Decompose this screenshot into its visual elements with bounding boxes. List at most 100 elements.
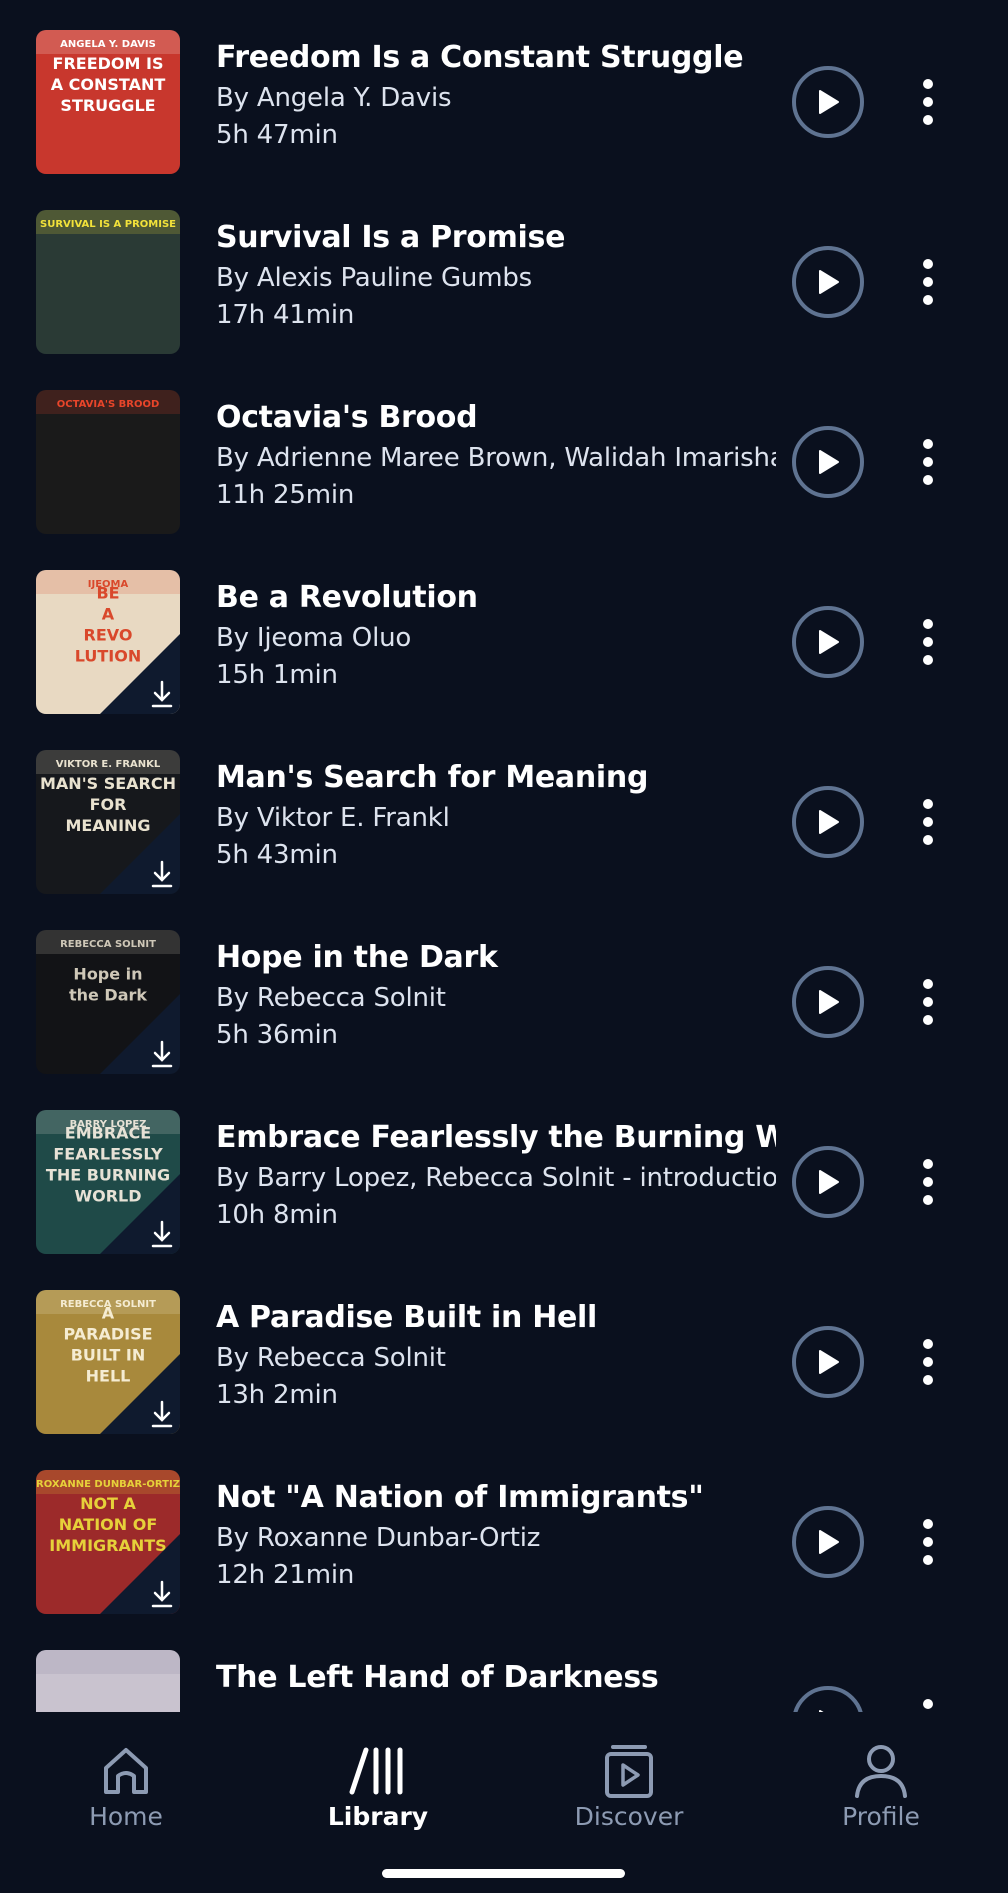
play-button[interactable] <box>792 786 864 858</box>
book-title[interactable]: Hope in the Dark <box>216 940 776 975</box>
home-indicator[interactable] <box>382 1869 625 1878</box>
more-options-button[interactable] <box>910 616 946 668</box>
book-row[interactable]: REBECCA SOLNIT A PARADISE BUILT IN HELL A Par… <box>0 1260 1008 1440</box>
book-cover[interactable] <box>36 1650 180 1712</box>
book-cover[interactable]: ANGELA Y. DAVIS FREEDOM IS A CONSTANT STRUG… <box>36 30 180 174</box>
book-author: By Adrienne Maree Brown, Walidah Imarish… <box>216 443 776 473</box>
svg-text:REVO: REVO <box>84 626 133 645</box>
play-button[interactable] <box>792 966 864 1038</box>
book-author: By Roxanne Dunbar-Ortiz <box>216 1523 541 1553</box>
more-options-button[interactable] <box>910 976 946 1028</box>
play-button[interactable] <box>792 606 864 678</box>
more-options-button[interactable] <box>910 796 946 848</box>
book-row[interactable]: OCTAVIA'S BROOD Octavia's Brood By Adrienn… <box>0 360 1008 540</box>
play-button[interactable] <box>792 246 864 318</box>
svg-text:EMBRACE: EMBRACE <box>65 1124 151 1143</box>
more-options-button[interactable] <box>910 436 946 488</box>
nav-library-label: Library <box>327 1802 429 1831</box>
book-duration: 12h 21min <box>216 1560 355 1590</box>
svg-text:STRUGGLE: STRUGGLE <box>60 96 155 115</box>
book-row[interactable]: REBECCA SOLNIT Hope in the Dark Hope in the… <box>0 900 1008 1080</box>
book-cover[interactable]: REBECCA SOLNIT A PARADISE BUILT IN HELL <box>36 1290 180 1434</box>
book-row[interactable]: SURVIVAL IS A PROMISE Survival Is a Promi… <box>0 180 1008 360</box>
bottom-navigation: Home Library Discover Profile <box>0 1712 1008 1893</box>
more-options-button[interactable] <box>910 1336 946 1388</box>
nav-home[interactable]: Home <box>26 1732 226 1842</box>
library-icon <box>338 1742 418 1802</box>
book-author: By Barry Lopez, Rebecca Solnit - introdu… <box>216 1163 776 1193</box>
play-button[interactable] <box>792 1326 864 1398</box>
svg-text:REBECCA SOLNIT: REBECCA SOLNIT <box>60 939 156 950</box>
svg-text:FEARLESSLY: FEARLESSLY <box>53 1145 163 1164</box>
book-title[interactable]: Man's Search for Meaning <box>216 760 776 795</box>
book-cover[interactable]: ROXANNE DUNBAR-ORTIZ NOT A NATION OF IMMIGR… <box>36 1470 180 1614</box>
svg-text:A CONSTANT: A CONSTANT <box>51 75 166 94</box>
book-title[interactable]: Survival Is a Promise <box>216 220 776 255</box>
svg-text:HELL: HELL <box>86 1367 131 1386</box>
more-options-button[interactable] <box>910 1156 946 1208</box>
book-author: By Angela Y. Davis <box>216 83 452 113</box>
more-vertical-icon <box>923 1699 933 1709</box>
book-row[interactable]: VIKTOR E. FRANKL MAN'S SEARCH FOR MEANING Ma… <box>0 720 1008 900</box>
svg-text:VIKTOR E. FRANKL: VIKTOR E. FRANKL <box>56 759 161 770</box>
more-options-button[interactable] <box>910 256 946 308</box>
library-screen: ANGELA Y. DAVIS FREEDOM IS A CONSTANT STRUG… <box>0 0 1008 1893</box>
book-row[interactable]: ROXANNE DUNBAR-ORTIZ NOT A NATION OF IMMIGR… <box>0 1440 1008 1620</box>
more-vertical-icon <box>923 1519 933 1565</box>
play-icon <box>819 270 839 294</box>
nav-discover-label: Discover <box>574 1802 684 1831</box>
svg-text:NOT A: NOT A <box>80 1494 136 1513</box>
more-vertical-icon <box>923 979 933 1025</box>
more-options-button[interactable] <box>910 76 946 128</box>
play-icon <box>819 450 839 474</box>
nav-discover[interactable]: Discover <box>529 1732 729 1842</box>
more-options-button[interactable] <box>910 1516 946 1568</box>
book-row[interactable]: ANGELA Y. DAVIS FREEDOM IS A CONSTANT STRUG… <box>0 0 1008 180</box>
svg-text:IMMIGRANTS: IMMIGRANTS <box>49 1536 166 1555</box>
book-row[interactable]: The Left Hand of Darkness <box>0 1620 1008 1712</box>
book-title[interactable]: Octavia's Brood <box>216 400 776 435</box>
book-cover[interactable]: REBECCA SOLNIT Hope in the Dark <box>36 930 180 1074</box>
svg-text:MAN'S SEARCH: MAN'S SEARCH <box>40 774 176 793</box>
book-row[interactable]: BARRY LOPEZ EMBRACE FEARLESSLY THE BURNING W… <box>0 1080 1008 1260</box>
book-list[interactable]: ANGELA Y. DAVIS FREEDOM IS A CONSTANT STRUG… <box>0 0 1008 1712</box>
play-button[interactable] <box>792 1506 864 1578</box>
play-button[interactable] <box>792 426 864 498</box>
book-cover[interactable]: SURVIVAL IS A PROMISE <box>36 210 180 354</box>
book-title[interactable]: Embrace Fearlessly the Burning World <box>216 1120 776 1155</box>
book-cover[interactable]: VIKTOR E. FRANKL MAN'S SEARCH FOR MEANING <box>36 750 180 894</box>
play-button[interactable] <box>792 1146 864 1218</box>
play-button[interactable] <box>792 1686 864 1712</box>
book-cover[interactable]: OCTAVIA'S BROOD <box>36 390 180 534</box>
more-vertical-icon <box>923 259 933 305</box>
nav-profile[interactable]: Profile <box>781 1732 981 1842</box>
nav-library[interactable]: Library <box>278 1732 478 1842</box>
book-title[interactable]: The Left Hand of Darkness <box>216 1660 776 1695</box>
play-icon <box>819 90 839 114</box>
svg-text:A: A <box>102 605 115 624</box>
book-cover[interactable]: BARRY LOPEZ EMBRACE FEARLESSLY THE BURNING W… <box>36 1110 180 1254</box>
book-title[interactable]: A Paradise Built in Hell <box>216 1300 776 1335</box>
play-icon <box>819 1170 839 1194</box>
nav-home-label: Home <box>89 1802 163 1831</box>
discover-icon <box>589 1742 669 1802</box>
book-author: By Rebecca Solnit <box>216 1343 446 1373</box>
svg-text:THE BURNING: THE BURNING <box>46 1166 170 1185</box>
svg-text:A: A <box>102 1304 115 1323</box>
more-vertical-icon <box>923 1159 933 1205</box>
book-title[interactable]: Be a Revolution <box>216 580 776 615</box>
play-icon <box>819 1350 839 1374</box>
more-options-button[interactable] <box>910 1696 946 1712</box>
book-row[interactable]: IJEOMA BE A REVO LUTION Be a Revolution By Ije… <box>0 540 1008 720</box>
svg-text:SURVIVAL IS A PROMISE: SURVIVAL IS A PROMISE <box>40 219 176 230</box>
book-title[interactable]: Freedom Is a Constant Struggle <box>216 40 776 75</box>
book-cover[interactable]: IJEOMA BE A REVO LUTION <box>36 570 180 714</box>
book-author: By Viktor E. Frankl <box>216 803 450 833</box>
book-duration: 5h 36min <box>216 1020 338 1050</box>
svg-text:ANGELA Y. DAVIS: ANGELA Y. DAVIS <box>60 39 156 50</box>
play-button[interactable] <box>792 66 864 138</box>
book-duration: 10h 8min <box>216 1200 338 1230</box>
book-title[interactable]: Not "A Nation of Immigrants" <box>216 1480 776 1515</box>
more-vertical-icon <box>923 619 933 665</box>
book-duration: 5h 43min <box>216 840 338 870</box>
